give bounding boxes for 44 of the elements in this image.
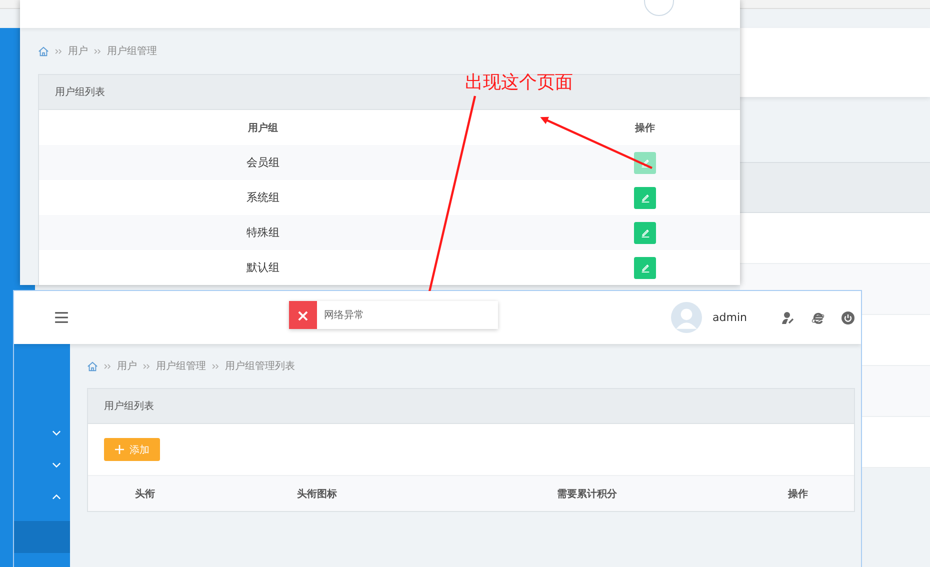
breadcrumb-link[interactable]: 用户组管理列表: [225, 359, 295, 373]
browser-icon[interactable]: [811, 310, 825, 324]
breadcrumb-link[interactable]: 用户: [117, 359, 137, 373]
power-icon[interactable]: [841, 310, 855, 324]
table-cell: 默认组: [246, 260, 280, 275]
double-chevron-icon: [55, 48, 62, 54]
chevron-down-icon[interactable]: [52, 430, 61, 436]
column-header: 用户组: [248, 121, 278, 134]
pencil-icon: [640, 227, 650, 238]
table-cell: 系统组: [246, 190, 280, 205]
double-chevron-icon: [104, 364, 111, 368]
column-header: 需要累计积分: [557, 488, 617, 500]
breadcrumb-link[interactable]: 用户组管理: [156, 359, 206, 373]
pencil-icon: [640, 157, 650, 168]
add-button[interactable]: 添加: [104, 438, 160, 461]
double-chevron-icon: [94, 48, 101, 54]
error-icon: ×: [289, 301, 317, 329]
toast-message: 网络异常: [324, 308, 364, 322]
edit-button[interactable]: [634, 256, 656, 278]
panel-title: 用户组列表: [55, 86, 105, 99]
panel-title: 用户组列表: [104, 400, 154, 413]
breadcrumb-link[interactable]: 用户: [68, 44, 88, 58]
double-chevron-icon: [212, 364, 219, 368]
table-cell: 特殊组: [246, 225, 280, 240]
column-header: 头衔: [135, 488, 155, 500]
column-header: 头衔图标: [297, 488, 337, 500]
edit-button[interactable]: [634, 222, 656, 244]
home-icon[interactable]: [38, 46, 49, 56]
pencil-icon: [640, 262, 650, 273]
user-edit-icon[interactable]: [781, 310, 795, 324]
breadcrumb-link[interactable]: 用户组管理: [107, 44, 157, 58]
annotation-text: 出现这个页面: [465, 71, 573, 94]
column-header: 操作: [788, 488, 808, 500]
chevron-down-icon[interactable]: [52, 462, 61, 468]
chevron-up-icon[interactable]: [52, 494, 61, 500]
menu-icon[interactable]: [55, 312, 68, 323]
column-header: 操作: [635, 122, 655, 134]
user-name[interactable]: admin: [712, 311, 747, 324]
table-cell: 会员组: [246, 155, 280, 170]
pencil-icon: [640, 192, 650, 203]
plus-icon: [114, 445, 124, 454]
edit-button[interactable]: [634, 186, 656, 208]
home-icon[interactable]: [87, 360, 98, 372]
double-chevron-icon: [143, 364, 150, 368]
